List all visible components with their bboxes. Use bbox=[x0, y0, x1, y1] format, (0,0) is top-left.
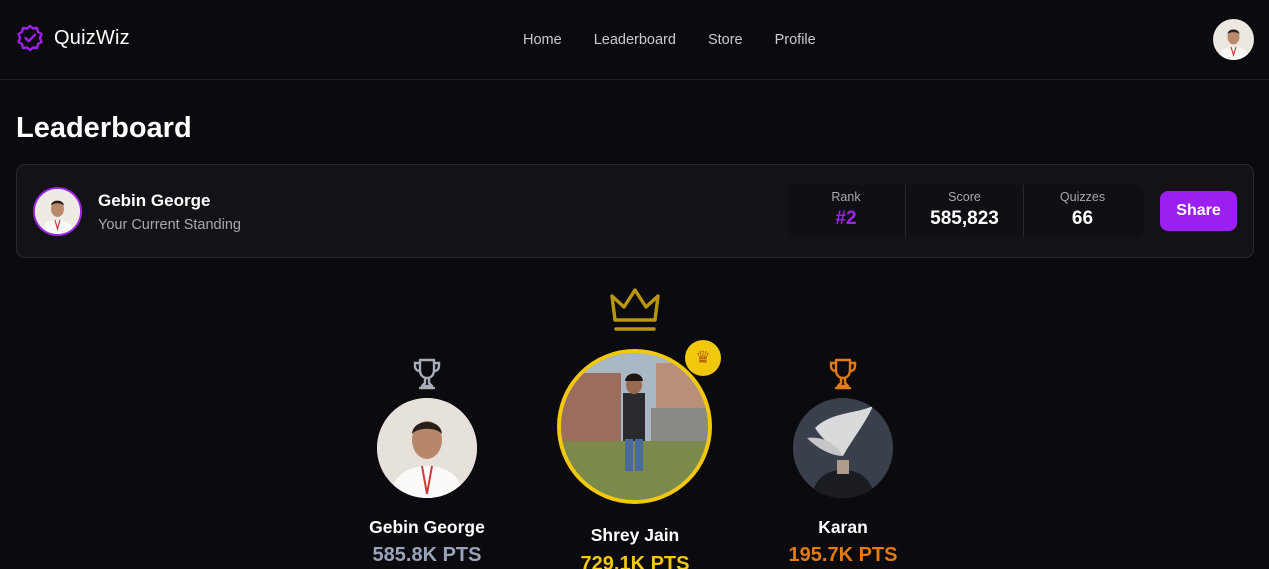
third-place-name: Karan bbox=[818, 517, 868, 537]
stat-rank: Rank #2 bbox=[787, 185, 905, 237]
stat-quizzes-value: 66 bbox=[1071, 208, 1094, 229]
nav-link-leaderboard[interactable]: Leaderboard bbox=[578, 30, 692, 50]
standing-avatar bbox=[33, 187, 82, 236]
stats-box: Rank #2 Score 585,823 Quizzes 66 bbox=[787, 185, 1143, 237]
third-place-points: 195.7K PTS bbox=[788, 544, 898, 566]
third-place-avatar-image bbox=[793, 398, 893, 498]
nav-link-home[interactable]: Home bbox=[507, 30, 578, 50]
current-standing-card: Gebin George Your Current Standing Rank … bbox=[16, 164, 1254, 258]
nav-links: Home Leaderboard Store Profile bbox=[507, 30, 832, 50]
standing-name: Gebin George bbox=[98, 191, 211, 210]
stat-score-value: 585,823 bbox=[930, 208, 999, 229]
trophy-icon bbox=[829, 358, 857, 390]
standing-avatar-image bbox=[35, 189, 80, 234]
second-place-name: Gebin George bbox=[369, 517, 485, 537]
first-place-avatar-image bbox=[561, 353, 708, 500]
nav-link-store[interactable]: Store bbox=[692, 30, 759, 50]
stat-score-label: Score bbox=[948, 190, 981, 204]
first-place-avatar[interactable] bbox=[557, 349, 712, 504]
first-place-points: 729.1K PTS bbox=[580, 553, 690, 569]
stat-rank-value: #2 bbox=[835, 208, 857, 229]
stat-score: Score 585,823 bbox=[905, 185, 1023, 237]
brand-logo[interactable]: QuizWiz bbox=[16, 24, 130, 52]
trophy-icon bbox=[413, 358, 441, 390]
user-avatar[interactable] bbox=[1213, 19, 1254, 60]
stat-quizzes: Quizzes 66 bbox=[1023, 185, 1141, 237]
crown-emoji-icon: ♛ bbox=[685, 340, 721, 376]
second-place-avatar[interactable] bbox=[377, 398, 477, 498]
stat-quizzes-label: Quizzes bbox=[1059, 190, 1106, 204]
stat-rank-label: Rank bbox=[831, 190, 861, 204]
first-place-name: Shrey Jain bbox=[590, 525, 680, 545]
second-place-points: 585.8K PTS bbox=[372, 544, 482, 566]
crown-icon bbox=[610, 288, 660, 331]
user-avatar-image bbox=[1213, 19, 1254, 60]
nav-link-profile[interactable]: Profile bbox=[759, 30, 832, 50]
badge-check-icon bbox=[17, 24, 43, 52]
brand-name: QuizWiz bbox=[54, 26, 130, 49]
second-place-avatar-image bbox=[377, 398, 477, 498]
share-button[interactable]: Share bbox=[1160, 191, 1237, 231]
standing-subtitle: Your Current Standing bbox=[98, 217, 241, 233]
third-place-avatar[interactable] bbox=[793, 398, 893, 498]
top-navbar: QuizWiz Home Leaderboard Store Profile bbox=[0, 0, 1269, 80]
page-title: Leaderboard bbox=[16, 112, 192, 144]
